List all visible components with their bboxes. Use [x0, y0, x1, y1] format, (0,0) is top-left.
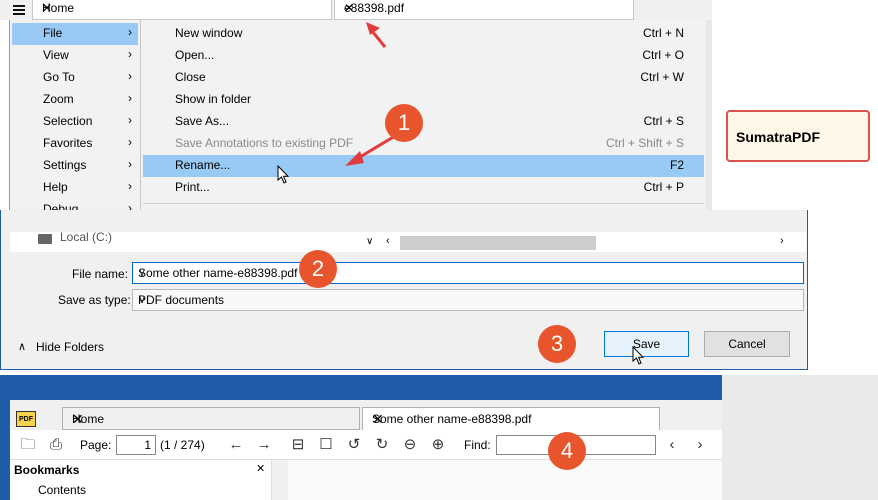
step-badge: 1	[385, 104, 423, 142]
step-badge: 2	[299, 250, 337, 288]
arrow-icon	[345, 134, 396, 166]
arrow-icon	[366, 22, 387, 48]
step-badge: 4	[548, 432, 586, 470]
step-badge: 3	[538, 325, 576, 363]
annotation-layer	[345, 22, 396, 166]
